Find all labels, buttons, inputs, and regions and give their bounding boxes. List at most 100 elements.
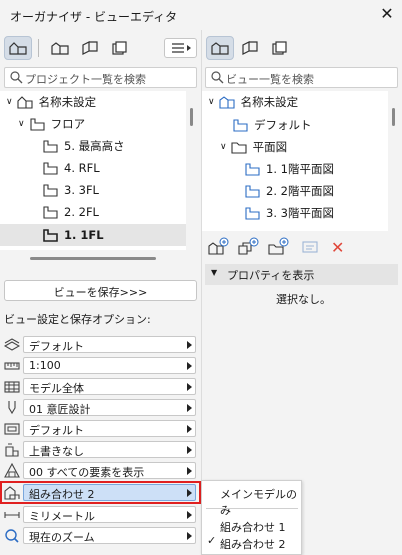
option-pen-set[interactable]: 01 意匠設計 — [0, 397, 201, 418]
tree-item-label: フロア — [50, 116, 86, 131]
option-value: モデル全体 — [29, 382, 84, 395]
view-tree-plan[interactable]: 1. 1階平面図 — [244, 158, 334, 179]
view-tree-default[interactable]: デフォルト — [232, 114, 312, 135]
option-value: 現在のズーム — [29, 531, 95, 544]
search-placeholder: プロジェクト一覧を検索 — [25, 73, 146, 86]
combination-icon — [4, 486, 20, 500]
option-combination-highlighted[interactable]: 組み合わせ 2 — [0, 481, 201, 504]
tree-item-story[interactable]: 3. 3FL — [42, 179, 99, 200]
title-bar: オーガナイザ - ビューエディタ ✕ — [0, 0, 402, 30]
properties-label: プロパティを表示 — [227, 269, 315, 282]
view-tree-floorplans[interactable]: ∨ 平面図 — [220, 136, 287, 157]
tree-item-label: 1. 1階平面図 — [266, 161, 334, 176]
story-icon — [43, 205, 58, 219]
units-icon — [4, 512, 20, 518]
chevron-down-icon[interactable]: ∨ — [6, 97, 13, 107]
menu-item-combination-1[interactable]: 組み合わせ 1 — [220, 519, 286, 535]
chevron-down-icon[interactable]: ∨ — [208, 97, 215, 107]
option-graphic-override[interactable]: 上書きなし — [0, 439, 201, 460]
project-map-icon — [9, 42, 27, 55]
story-icon — [43, 161, 58, 175]
tree-item-floors[interactable]: ∨ フロア — [18, 113, 85, 134]
tree-item-label: 名称未設定 — [38, 94, 97, 109]
layout-book-button[interactable] — [76, 36, 104, 60]
tree-item-label: 名称未設定 — [240, 94, 299, 109]
menu-item-combination-2[interactable]: 組み合わせ 2 — [220, 536, 286, 552]
option-model-view[interactable]: デフォルト — [0, 418, 201, 439]
plan-view-icon — [245, 162, 260, 176]
tree-item-label: 3. 3階平面図 — [266, 205, 334, 220]
tree-item-story-selected[interactable]: 1. 1FL — [42, 224, 104, 245]
option-dimension-units[interactable]: ミリメートル — [0, 504, 201, 525]
option-renovation-filter[interactable]: 00 すべての要素を表示 — [0, 460, 201, 481]
option-layer-combination[interactable]: デフォルト — [0, 334, 201, 355]
save-view-button[interactable]: ビューを保存>>> — [4, 280, 197, 301]
triangle-down-icon: ▼ — [211, 268, 218, 277]
tree-item-story[interactable]: 4. RFL — [42, 157, 100, 178]
menu-item-main-model[interactable]: メインモデルのみ — [220, 486, 301, 518]
option-value: 00 すべての要素を表示 — [29, 466, 145, 479]
properties-header[interactable]: ▼ プロパティを表示 — [205, 264, 398, 285]
option-zoom[interactable]: 現在のズーム — [0, 525, 201, 546]
delete-icon[interactable]: ✕ — [331, 238, 344, 257]
scale-icon — [4, 362, 20, 370]
option-scale[interactable]: 1:100 — [0, 355, 201, 376]
new-folder-button[interactable] — [268, 237, 290, 258]
properties-icon — [302, 241, 318, 253]
close-icon[interactable]: ✕ — [378, 4, 396, 23]
search-icon — [211, 71, 224, 84]
pen-icon — [8, 401, 16, 415]
view-folder-icon — [233, 118, 248, 132]
publisher-icon — [112, 41, 127, 55]
building-icon — [17, 95, 33, 109]
layer-icon — [4, 338, 20, 351]
no-selection-text: 選択なし。 — [276, 293, 331, 306]
filter-icon — [4, 463, 20, 478]
layout-book-icon — [242, 41, 258, 55]
story-folder-icon — [30, 117, 45, 131]
layout-tab-button[interactable] — [236, 36, 264, 60]
search-placeholder: ビュー一覧を検索 — [226, 73, 314, 86]
tree-item-story[interactable]: 5. 最高高さ — [42, 135, 125, 156]
tree-scrollbar[interactable] — [392, 108, 395, 126]
menu-divider — [206, 508, 298, 509]
tree-item-story[interactable]: 2. 2FL — [42, 201, 99, 222]
clone-folder-button[interactable] — [238, 237, 260, 258]
story-icon — [43, 228, 58, 242]
view-map-tab-button[interactable] — [206, 36, 234, 60]
project-search-field[interactable]: プロジェクト一覧を検索 — [4, 67, 197, 88]
view-tree-plan[interactable]: 2. 2階平面図 — [244, 180, 334, 201]
view-tree-plan[interactable]: 3. 3階平面図 — [244, 202, 334, 223]
layout-book-icon — [82, 41, 98, 55]
horizontal-scrollbar[interactable] — [30, 257, 156, 260]
properties-button[interactable] — [302, 240, 318, 257]
chevron-down-icon[interactable]: ∨ — [18, 119, 25, 129]
option-value: 01 意匠設計 — [29, 403, 91, 416]
view-map-icon — [51, 42, 69, 55]
new-view-button[interactable] — [208, 237, 230, 258]
option-structure-display[interactable]: モデル全体 — [0, 376, 201, 397]
tree-scrollbar[interactable] — [190, 108, 193, 126]
options-menu-button[interactable] — [164, 38, 197, 58]
option-value: デフォルト — [29, 424, 84, 437]
publisher-tab-button[interactable] — [266, 36, 294, 60]
new-folder-icon — [268, 237, 289, 255]
chevron-down-icon[interactable]: ∨ — [220, 142, 227, 152]
tree-item-label: デフォルト — [254, 117, 312, 132]
tree-item-label: 平面図 — [252, 139, 288, 154]
view-map-button[interactable] — [46, 36, 74, 60]
tree-item-root[interactable]: ∨ 名称未設定 — [6, 91, 96, 112]
new-view-icon — [208, 237, 229, 255]
tree-item-label: 1. 1FL — [64, 227, 104, 242]
combination-dropdown-menu: メインモデルのみ 組み合わせ 1 ✓ 組み合わせ 2 — [201, 480, 302, 555]
view-map-icon — [219, 95, 235, 109]
option-value: 組み合わせ 2 — [29, 488, 95, 501]
publisher-sets-button[interactable] — [106, 36, 134, 60]
view-tree-root[interactable]: ∨ 名称未設定 — [208, 91, 298, 112]
plan-view-icon — [245, 184, 260, 198]
view-search-field[interactable]: ビュー一覧を検索 — [205, 67, 398, 88]
publisher-icon — [272, 41, 287, 55]
renovation-icon — [5, 443, 19, 457]
option-value: 上書きなし — [29, 445, 84, 458]
project-map-button[interactable] — [4, 36, 32, 60]
